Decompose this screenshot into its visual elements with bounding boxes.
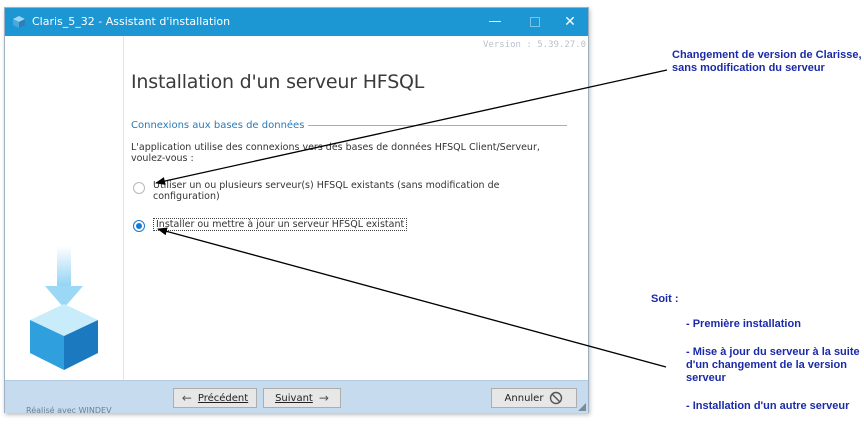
maximize-button[interactable] <box>515 8 555 36</box>
maximize-icon <box>530 17 540 27</box>
sidebar <box>5 36 124 380</box>
next-label: Suivant <box>275 392 313 404</box>
page-title: Installation d'un serveur HFSQL <box>131 71 425 93</box>
radio-use-existing[interactable] <box>133 182 145 194</box>
version-label: Version : 5.39.27.0 <box>483 40 586 50</box>
installer-window: Claris_5_32 - Assistant d'installation —… <box>4 7 589 415</box>
description-text: L'application utilise des connexions ver… <box>131 142 540 164</box>
minimize-button[interactable]: — <box>475 8 515 36</box>
section-divider <box>308 125 567 126</box>
annotation-soit: Soit : <box>651 293 679 305</box>
next-button[interactable]: Suivant → <box>263 388 341 408</box>
annotation-item-first-install: - Première installation <box>686 318 801 330</box>
option-install-update[interactable]: Installer ou mettre à jour un serveur HF… <box>133 218 408 232</box>
option-use-existing[interactable]: Utiliser un ou plusieurs serveur(s) HFSQ… <box>133 180 553 202</box>
annotation-item-server-update: - Mise à jour du serveur à la suite d'un… <box>686 346 860 384</box>
cancel-label: Annuler <box>504 392 544 404</box>
cancel-button[interactable]: Annuler <box>491 388 577 408</box>
radio-install-update[interactable] <box>133 220 145 232</box>
install-arrow-box-icon <box>30 246 98 370</box>
cancel-icon <box>550 391 563 405</box>
window-title: Claris_5_32 - Assistant d'installation <box>32 15 231 28</box>
annotation-version-change: Changement de version de Clarisse, sans … <box>672 49 862 74</box>
option-label[interactable]: Utiliser un ou plusieurs serveur(s) HFSQ… <box>153 180 553 202</box>
close-button[interactable]: ✕ <box>550 8 590 36</box>
box-icon <box>13 16 25 28</box>
previous-label: Précédent <box>197 392 249 404</box>
section-title: Connexions aux bases de données <box>131 120 305 131</box>
credit-text: Réalisé avec WINDEV <box>26 406 112 415</box>
footer-bar: Réalisé avec WINDEV ← Précédent Suivant … <box>5 380 588 415</box>
option-label[interactable]: Installer ou mettre à jour un serveur HF… <box>153 218 408 231</box>
section-header: Connexions aux bases de données <box>131 120 567 131</box>
title-bar[interactable]: Claris_5_32 - Assistant d'installation —… <box>5 8 588 36</box>
arrow-left-icon: ← <box>181 391 192 405</box>
annotation-item-other-server: - Installation d'un autre serveur <box>686 400 850 412</box>
arrow-right-icon: → <box>318 391 329 405</box>
resize-grip-icon[interactable] <box>578 403 586 411</box>
previous-button[interactable]: ← Précédent <box>173 388 257 408</box>
